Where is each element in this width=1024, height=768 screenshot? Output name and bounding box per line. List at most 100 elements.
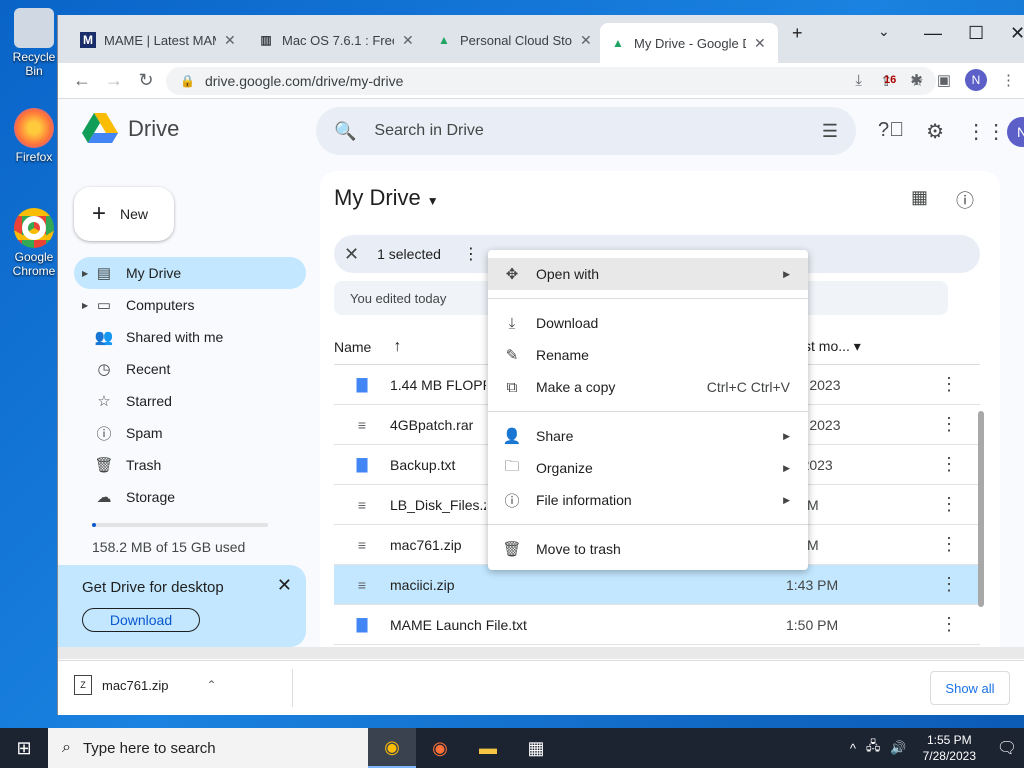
clock-icon: ◷ (97, 361, 111, 378)
sidebar-item-computers[interactable]: ▶ ▭ Computers (74, 289, 306, 321)
sidebar-item-storage[interactable]: ☁ Storage (74, 481, 306, 513)
zip-file-icon: ≡ (357, 536, 367, 553)
row-more-icon[interactable]: ⋮ (940, 574, 958, 595)
reload-icon[interactable]: ↻ (132, 70, 160, 91)
taskbar-firefox-icon[interactable]: ◉ (416, 728, 464, 768)
menu-item-make-copy[interactable]: ⧉ Make a copy Ctrl+C Ctrl+V (488, 371, 808, 403)
taskbar-file-explorer-icon[interactable]: ▬ (464, 728, 512, 768)
storage-bar (92, 523, 268, 527)
expand-caret-icon[interactable]: ▶ (82, 301, 88, 310)
grid-view-icon[interactable]: ▦ (911, 187, 928, 213)
extension-badge-icon[interactable]: 16 (884, 74, 896, 86)
sidebar-item-shared[interactable]: 👥 Shared with me (74, 321, 306, 353)
taskbar-store-icon[interactable]: ▦ (512, 728, 560, 768)
page-title[interactable]: My Drive ▼ (334, 185, 439, 211)
sidebar-item-spam[interactable]: ⓘ Spam (74, 417, 306, 449)
new-button[interactable]: + New (74, 187, 174, 241)
folder-icon: 🗀 (504, 457, 520, 475)
puzzle-icon[interactable]: ✱ (910, 71, 923, 89)
help-icon[interactable]: ?⃝ (878, 119, 904, 144)
row-more-icon[interactable]: ⋮ (940, 374, 958, 395)
trash-icon: 🗑 (94, 457, 114, 474)
submenu-arrow-icon: ▶ (783, 268, 790, 279)
submenu-arrow-icon: ▶ (783, 430, 790, 441)
modified-column-header[interactable]: st mo... ▾ (804, 338, 861, 355)
close-tab-icon[interactable]: ✕ (224, 32, 236, 49)
tab-macos[interactable]: ▥ Mac OS 7.6.1 : Free D ✕ (248, 23, 424, 57)
menu-item-file-info[interactable]: ⓘ File information ▶ (488, 484, 808, 516)
show-all-button[interactable]: Show all (930, 671, 1010, 705)
tab-personal-cloud[interactable]: ▲ Personal Cloud Storag ✕ (426, 23, 602, 57)
tab-mame[interactable]: M MAME | Latest MAME ✕ (70, 23, 246, 57)
trash-icon: 🗑 (502, 541, 522, 558)
sidebar-item-my-drive[interactable]: ▶ ▤ My Drive (74, 257, 306, 289)
side-panel-icon[interactable]: ▣ (937, 71, 951, 89)
close-tab-icon[interactable]: ✕ (402, 32, 414, 49)
table-row-selected[interactable]: ≡ maciici.zip 1:43 PM ⋮ (334, 565, 980, 605)
drive-search-input[interactable]: 🔍 Search in Drive ☰ (316, 107, 856, 155)
download-desktop-button[interactable]: Download (82, 608, 200, 632)
notification-icon[interactable]: 🗨 (990, 738, 1024, 758)
expand-caret-icon[interactable]: ▶ (82, 269, 88, 278)
row-more-icon[interactable]: ⋮ (940, 534, 958, 555)
tab-search-icon[interactable]: ⌄ (878, 23, 890, 40)
close-tab-icon[interactable]: ✕ (580, 32, 592, 49)
forward-icon[interactable]: → (100, 70, 128, 91)
url-field[interactable]: 🔒 drive.google.com/drive/my-drive ⤓ ⇪ ☆ (166, 67, 936, 95)
sort-arrow-icon[interactable]: ↑ (393, 338, 401, 356)
taskbar-search-input[interactable]: ⌕ Type here to search (48, 728, 368, 768)
row-more-icon[interactable]: ⋮ (940, 414, 958, 435)
volume-icon[interactable]: 🔊 (890, 740, 906, 756)
search-icon: ⌕ (62, 739, 71, 756)
menu-item-move-to-trash[interactable]: 🗑 Move to trash (488, 533, 808, 565)
close-icon[interactable]: ✕ (277, 575, 292, 596)
apps-grid-icon[interactable]: ⋮⋮ (966, 119, 1006, 144)
vertical-scrollbar[interactable] (978, 411, 986, 611)
sidebar-item-recent[interactable]: ◷ Recent (74, 353, 306, 385)
drive-logo[interactable]: Drive (82, 113, 179, 145)
network-icon[interactable]: 🖧 (866, 737, 881, 759)
horizontal-scrollbar[interactable] (58, 647, 1024, 659)
mame-favicon-icon: M (80, 32, 96, 48)
clear-selection-icon[interactable]: ✕ (344, 244, 359, 265)
install-icon[interactable]: ⤓ (855, 72, 862, 90)
account-avatar[interactable]: N (1007, 117, 1024, 147)
close-tab-icon[interactable]: ✕ (754, 35, 766, 52)
sidebar-item-trash[interactable]: 🗑 Trash (74, 449, 306, 481)
info-icon[interactable]: ⓘ (956, 187, 974, 213)
menu-item-open-with[interactable]: ✥ Open with ▶ (488, 258, 808, 290)
tab-my-drive[interactable]: ▲ My Drive - Google Dri ✕ (600, 23, 778, 63)
desktop-icon-firefox[interactable]: Firefox (4, 108, 64, 164)
chevron-up-icon[interactable]: ⌃ (206, 678, 216, 692)
chevron-up-icon[interactable]: ^ (850, 741, 856, 756)
new-tab-icon[interactable]: + (792, 23, 803, 44)
profile-avatar[interactable]: N (965, 69, 987, 91)
search-options-icon[interactable]: ☰ (822, 121, 838, 142)
clock[interactable]: 1:55 PM 7/28/2023 (923, 732, 976, 764)
menu-item-organize[interactable]: 🗀 Organize ▶ (488, 452, 808, 484)
name-column-header[interactable]: Name (334, 339, 371, 355)
taskbar-chrome-icon[interactable]: ◉ (368, 728, 416, 768)
recycle-bin-icon (14, 8, 54, 48)
close-window-icon[interactable]: ✕ (1010, 23, 1024, 44)
maximize-icon[interactable]: ☐ (968, 23, 984, 44)
minimize-icon[interactable]: — (924, 23, 942, 44)
menu-item-share[interactable]: 👤 Share ▶ (488, 420, 808, 452)
desktop-icon-recycle-bin[interactable]: Recycle Bin (4, 8, 64, 78)
back-icon[interactable]: ← (68, 70, 96, 91)
download-item[interactable]: Z mac761.zip ⌃ (74, 675, 217, 695)
sidebar-item-starred[interactable]: ☆ Starred (74, 385, 306, 417)
row-more-icon[interactable]: ⋮ (940, 614, 958, 635)
row-more-icon[interactable]: ⋮ (940, 454, 958, 475)
kebab-menu-icon[interactable]: ⋮ (1001, 71, 1016, 89)
gear-icon[interactable]: ⚙ (926, 119, 944, 144)
table-row[interactable]: ▇ MAME Launch File.txt 1:50 PM ⋮ (334, 605, 980, 645)
person-add-icon: 👤 (502, 428, 522, 445)
menu-item-download[interactable]: ⤓ Download (488, 307, 808, 339)
row-more-icon[interactable]: ⋮ (940, 494, 958, 515)
more-actions-icon[interactable]: ⋮ (463, 244, 479, 264)
windows-start-icon[interactable]: ⊞ (0, 728, 48, 768)
desktop-icon-chrome[interactable]: Google Chrome (4, 208, 64, 278)
menu-item-rename[interactable]: ✎ Rename (488, 339, 808, 371)
scroll-thumb[interactable] (978, 411, 984, 607)
